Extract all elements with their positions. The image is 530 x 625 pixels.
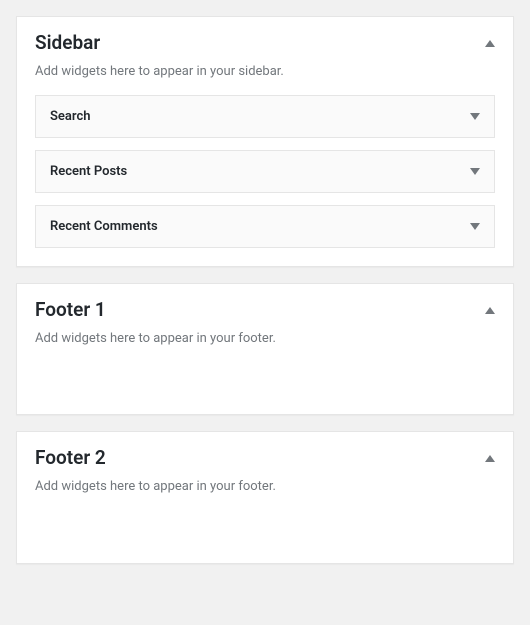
chevron-down-icon xyxy=(470,168,480,175)
widget-area-body[interactable] xyxy=(17,511,513,563)
widget-item-title: Recent Comments xyxy=(50,219,158,234)
widget-area-description: Add widgets here to appear in your sideb… xyxy=(17,56,513,96)
widget-area-footer-1: Footer 1 Add widgets here to appear in y… xyxy=(16,283,514,415)
widget-item-search[interactable]: Search xyxy=(35,95,495,138)
widget-area-header[interactable]: Sidebar xyxy=(17,17,513,56)
chevron-down-icon xyxy=(470,113,480,120)
chevron-up-icon[interactable] xyxy=(485,40,495,47)
widget-item-recent-comments[interactable]: Recent Comments xyxy=(35,205,495,248)
widget-item-title: Recent Posts xyxy=(50,164,127,179)
widget-item-header: Recent Comments xyxy=(36,206,494,247)
widget-item-title: Search xyxy=(50,109,91,124)
widget-area-title: Sidebar xyxy=(35,31,100,56)
widget-area-header[interactable]: Footer 1 xyxy=(17,284,513,323)
widget-item-header: Recent Posts xyxy=(36,151,494,192)
chevron-up-icon[interactable] xyxy=(485,307,495,314)
widget-item-recent-posts[interactable]: Recent Posts xyxy=(35,150,495,193)
widget-area-sidebar: Sidebar Add widgets here to appear in yo… xyxy=(16,16,514,267)
widget-item-header: Search xyxy=(36,96,494,137)
widget-area-title: Footer 2 xyxy=(35,446,106,471)
widget-area-description: Add widgets here to appear in your foote… xyxy=(17,471,513,511)
widget-area-body[interactable] xyxy=(17,362,513,414)
widget-area-header[interactable]: Footer 2 xyxy=(17,432,513,471)
chevron-down-icon xyxy=(470,223,480,230)
widget-area-body: Search Recent Posts Recent Comments xyxy=(17,95,513,266)
widget-area-title: Footer 1 xyxy=(35,298,106,323)
chevron-up-icon[interactable] xyxy=(485,455,495,462)
widget-area-description: Add widgets here to appear in your foote… xyxy=(17,323,513,363)
widget-area-footer-2: Footer 2 Add widgets here to appear in y… xyxy=(16,431,514,563)
